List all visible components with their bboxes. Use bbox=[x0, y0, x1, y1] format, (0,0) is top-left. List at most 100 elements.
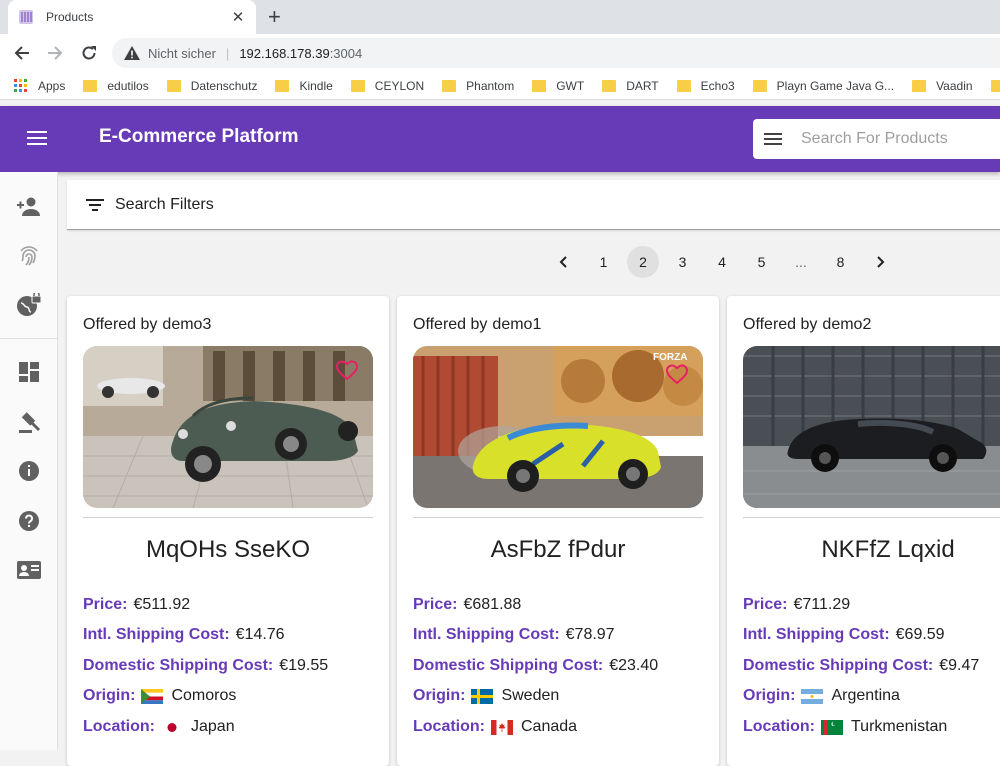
page-button[interactable]: 5 bbox=[746, 246, 778, 278]
bookmark-label: DART bbox=[626, 78, 659, 93]
intl-shipping-row: Intl. Shipping Cost: €78.97 bbox=[413, 626, 615, 644]
new-tab-button[interactable]: + bbox=[268, 4, 281, 30]
product-image[interactable]: FORZA bbox=[413, 346, 703, 508]
bookmark-folder[interactable]: Phantom bbox=[442, 79, 514, 93]
bookmark-label: edutilos bbox=[107, 78, 149, 93]
folder-icon bbox=[990, 79, 1000, 92]
origin-value: Sweden bbox=[501, 687, 560, 704]
tab-title: Products bbox=[46, 10, 94, 24]
origin-row: Origin: Argentina bbox=[743, 687, 900, 705]
page-button[interactable]: 4 bbox=[706, 246, 738, 278]
domestic-shipping-row: Domestic Shipping Cost: €9.47 bbox=[743, 657, 979, 675]
pagination: 1 2 3 4 5 ... 8 bbox=[548, 246, 904, 278]
bookmark-folder[interactable]: Playn Game Java G... bbox=[752, 79, 894, 93]
bookmark-label: Kindle bbox=[299, 78, 333, 93]
search-menu-icon[interactable] bbox=[763, 129, 783, 149]
product-card[interactable]: Offered by demo2 NKFfZ Lqxid Price: €711.2… bbox=[727, 296, 1000, 766]
favorite-heart-icon[interactable] bbox=[665, 362, 689, 386]
contact-card-icon[interactable] bbox=[16, 557, 42, 583]
back-icon[interactable] bbox=[11, 42, 33, 64]
globe-lock-icon[interactable] bbox=[16, 292, 42, 318]
help-icon[interactable] bbox=[16, 508, 42, 534]
sweden-flag-icon bbox=[471, 688, 494, 704]
menu-icon[interactable] bbox=[26, 127, 48, 149]
bookmark-folder[interactable]: DART bbox=[602, 78, 659, 93]
bookmark-folder[interactable]: Echo3 bbox=[676, 78, 735, 93]
bookmark-folder[interactable] bbox=[990, 79, 1000, 92]
origin-row: Origin: Sweden bbox=[413, 687, 559, 705]
domestic-shipping-label: Domestic Shipping Cost: bbox=[743, 657, 934, 674]
address-bar[interactable]: Nicht sicher | 192.168.178.39:3004 bbox=[112, 38, 1000, 68]
bookmark-folder[interactable]: CEYLON bbox=[350, 78, 425, 93]
search-filters-panel[interactable]: Search Filters bbox=[67, 180, 1000, 230]
intl-shipping-label: Intl. Shipping Cost: bbox=[743, 626, 890, 643]
price-label: Price: bbox=[743, 596, 788, 613]
intl-shipping-label: Intl. Shipping Cost: bbox=[413, 626, 560, 643]
reload-icon[interactable] bbox=[78, 42, 100, 64]
location-row: Location: Turkmenistan bbox=[743, 718, 947, 736]
price-row: Price: €711.29 bbox=[743, 596, 850, 614]
previous-page-icon[interactable] bbox=[548, 246, 580, 278]
side-navigation bbox=[0, 172, 58, 750]
forward-icon[interactable] bbox=[44, 42, 66, 64]
bookmark-folder[interactable]: Datenschutz bbox=[166, 79, 257, 93]
next-page-icon[interactable] bbox=[864, 246, 896, 278]
page-button-active[interactable]: 2 bbox=[627, 246, 659, 278]
tab-close-icon[interactable]: ✕ bbox=[230, 8, 246, 26]
filters-label: Search Filters bbox=[115, 195, 214, 213]
favorite-heart-icon[interactable] bbox=[335, 358, 359, 382]
product-image[interactable] bbox=[83, 346, 373, 508]
turkmenistan-flag-icon bbox=[821, 719, 843, 735]
bookmark-label: CEYLON bbox=[374, 78, 425, 93]
bookmark-label: GWT bbox=[556, 78, 585, 93]
search-input[interactable] bbox=[801, 130, 981, 148]
bookmark-folder[interactable]: Kindle bbox=[275, 78, 333, 93]
bookmark-label: Vaadin bbox=[936, 78, 973, 93]
origin-value: Comoros bbox=[171, 687, 237, 704]
folder-icon bbox=[602, 79, 617, 92]
domestic-shipping-value: €9.47 bbox=[939, 657, 980, 674]
add-user-icon[interactable] bbox=[16, 194, 42, 220]
gavel-icon[interactable] bbox=[16, 409, 42, 435]
argentina-flag-icon bbox=[801, 688, 824, 704]
filter-icon bbox=[86, 198, 104, 211]
intl-shipping-row: Intl. Shipping Cost: €69.59 bbox=[743, 626, 945, 644]
product-search[interactable] bbox=[753, 119, 1000, 159]
domestic-shipping-value: €23.40 bbox=[609, 657, 659, 674]
info-icon[interactable] bbox=[16, 458, 42, 484]
dashboard-icon[interactable] bbox=[16, 359, 42, 385]
domestic-shipping-value: €19.55 bbox=[279, 657, 329, 674]
page-button[interactable]: 1 bbox=[588, 246, 620, 278]
url-separator: | bbox=[225, 45, 230, 61]
browser-tab[interactable]: Products ✕ bbox=[8, 0, 256, 34]
price-row: Price: €511.92 bbox=[83, 596, 190, 614]
bookmark-folder[interactable]: edutilos bbox=[83, 78, 149, 93]
page-button[interactable]: 8 bbox=[825, 246, 857, 278]
bookmark-apps[interactable]: Apps bbox=[14, 78, 65, 93]
product-card[interactable]: Offered by demo3 MqOHs SseKO Price: €511.9… bbox=[67, 296, 389, 766]
page-button[interactable]: 3 bbox=[667, 246, 699, 278]
seller-line: Offered by demo1 bbox=[413, 316, 541, 334]
folder-icon bbox=[83, 79, 98, 92]
price-value: €711.29 bbox=[793, 596, 851, 613]
origin-row: Origin: Comoros bbox=[83, 687, 236, 705]
url-port: :3004 bbox=[329, 45, 363, 61]
comoros-flag-icon bbox=[141, 688, 164, 704]
product-title: AsFbZ fPdur bbox=[490, 536, 626, 563]
folder-icon bbox=[676, 79, 691, 92]
product-card[interactable]: Offered by demo1 FORZA AsFbZ fPdur Price:… bbox=[397, 296, 719, 766]
bookmark-label: Echo3 bbox=[700, 78, 735, 93]
fingerprint-icon[interactable] bbox=[16, 243, 42, 269]
app-header: E-Commerce Platform bbox=[0, 106, 1000, 172]
bookmarks-bar: Apps edutilos Datenschutz Kindle CEYLON … bbox=[0, 72, 1000, 100]
security-status: Nicht sicher bbox=[148, 45, 216, 61]
product-image[interactable] bbox=[743, 346, 1000, 508]
bookmark-folder[interactable]: Vaadin bbox=[912, 78, 973, 93]
price-row: Price: €681.88 bbox=[413, 596, 521, 614]
bookmark-folder[interactable]: GWT bbox=[532, 79, 584, 93]
intl-shipping-value: €14.76 bbox=[235, 626, 285, 643]
seller-name: demo1 bbox=[492, 316, 542, 333]
browser-tabstrip: Products ✕ + bbox=[0, 0, 1000, 34]
intl-shipping-value: €78.97 bbox=[565, 626, 615, 643]
bookmark-label: Phantom bbox=[466, 78, 515, 93]
